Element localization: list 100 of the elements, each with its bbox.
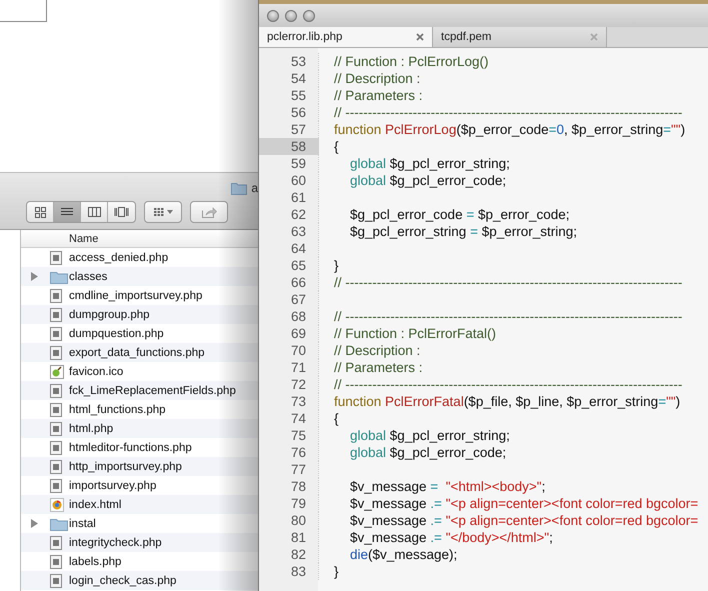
document-icon xyxy=(50,346,62,360)
close-window-button[interactable] xyxy=(267,10,279,22)
close-icon[interactable] xyxy=(416,33,424,41)
line-number: 65 xyxy=(259,257,319,274)
code-line: function PclErrorLog($p_error_code=0, $p_error_string="") xyxy=(333,122,686,137)
share-button[interactable] xyxy=(190,201,228,223)
code-line: $v_message .= "<p align=center><font color=red bgcolor= xyxy=(349,496,698,511)
disclosure-triangle-icon[interactable] xyxy=(31,519,38,528)
code-line: // Function : PclErrorLog() xyxy=(333,54,489,69)
code-line: // Description : xyxy=(333,71,420,86)
folder-icon xyxy=(50,516,68,530)
code-line: } xyxy=(333,564,339,579)
folder-icon xyxy=(50,270,68,284)
document-icon xyxy=(50,250,62,264)
file-name[interactable]: classes xyxy=(69,270,108,282)
line-number: 54 xyxy=(259,70,319,87)
line-number: 76 xyxy=(259,444,319,461)
document-icon xyxy=(50,554,62,568)
zoom-button[interactable] xyxy=(303,10,315,22)
file-name[interactable]: html_functions.php xyxy=(69,404,166,416)
line-number: 75 xyxy=(259,427,319,444)
minimize-button[interactable] xyxy=(285,10,297,22)
line-number: 62 xyxy=(259,206,319,223)
code-line: $v_message = "<html><body>"; xyxy=(349,479,546,494)
view-mode-button[interactable] xyxy=(54,202,81,222)
editor-tab[interactable]: pclerror.lib.php xyxy=(259,27,433,47)
line-number: 64 xyxy=(259,240,319,257)
code-line: // Function : PclErrorFatal() xyxy=(333,326,496,341)
line-number: 78 xyxy=(259,478,319,495)
code-line: } xyxy=(333,258,339,273)
document-icon xyxy=(50,574,62,588)
line-number: 70 xyxy=(259,342,319,359)
code-line: // --------------------------------------------------------------------------- xyxy=(333,377,682,392)
code-line: function PclErrorFatal($p_file, $p_line, $p_error_string="") xyxy=(333,394,680,409)
share-icon xyxy=(202,206,216,218)
line-number: 71 xyxy=(259,359,319,376)
document-icon xyxy=(50,308,62,322)
document-icon xyxy=(50,478,62,492)
file-name[interactable]: favicon.ico xyxy=(69,366,124,378)
browser-file-icon xyxy=(50,498,64,512)
code-line: // Parameters : xyxy=(333,88,423,103)
line-number: 77 xyxy=(259,461,319,478)
code-line: $v_message .= "<p align=center><font color=red bgcolor= xyxy=(349,513,698,528)
line-number: 68 xyxy=(259,308,319,325)
line-number: 53 xyxy=(259,53,319,70)
line-number: 73 xyxy=(259,393,319,410)
line-number: 59 xyxy=(259,155,319,172)
file-name[interactable]: dumpquestion.php xyxy=(69,328,164,340)
code-line: // --------------------------------------------------------------------------- xyxy=(333,105,682,120)
code-line: { xyxy=(333,411,339,426)
window-fragment xyxy=(0,0,47,22)
arrange-button[interactable] xyxy=(144,201,182,223)
grid-icon xyxy=(154,208,164,216)
column-view-icon xyxy=(88,207,100,217)
cover-flow-icon xyxy=(114,207,129,217)
file-name[interactable]: htmleditor-functions.php xyxy=(69,442,192,454)
line-number: 60 xyxy=(259,172,319,189)
file-name[interactable]: cmdline_importsurvey.php xyxy=(69,290,202,302)
code-line: // --------------------------------------------------------------------------- xyxy=(333,275,682,290)
file-name[interactable]: labels.php xyxy=(69,556,122,568)
line-number: 69 xyxy=(259,325,319,342)
document-icon xyxy=(50,536,62,550)
document-icon xyxy=(50,384,62,398)
code-line: { xyxy=(333,139,339,154)
folder-icon xyxy=(231,182,248,194)
document-icon xyxy=(50,402,62,416)
file-name[interactable]: html.php xyxy=(69,422,114,434)
line-number: 83 xyxy=(259,563,319,580)
document-icon xyxy=(50,440,62,454)
file-name[interactable]: index.html xyxy=(69,498,122,510)
file-name[interactable]: instal xyxy=(69,518,96,530)
image-file-icon xyxy=(50,364,64,378)
code-line: $g_pcl_error_code = $p_error_code; xyxy=(349,207,570,222)
caret-icon xyxy=(166,210,172,214)
document-icon xyxy=(50,326,62,340)
code-line: die($v_message); xyxy=(349,547,458,562)
window-title: a xyxy=(251,181,258,195)
code-line: // --------------------------------------------------------------------------- xyxy=(333,309,682,324)
code-line: global $g_pcl_error_code; xyxy=(349,445,506,460)
line-number: 80 xyxy=(259,512,319,529)
line-number: 79 xyxy=(259,495,319,512)
code-line: // Parameters : xyxy=(333,360,423,375)
line-number: 58 xyxy=(259,138,319,155)
view-mode-control[interactable] xyxy=(26,201,136,223)
editor-tab[interactable]: tcpdf.pem xyxy=(433,27,607,47)
file-name[interactable]: importsurvey.php xyxy=(69,480,156,492)
line-number: 67 xyxy=(259,291,319,308)
code-line: $g_pcl_error_string = $p_error_string; xyxy=(349,224,578,239)
line-number: 66 xyxy=(259,274,319,291)
list-view-icon xyxy=(61,207,73,217)
line-number: 56 xyxy=(259,104,319,121)
file-name[interactable]: access_denied.php xyxy=(69,252,168,264)
document-icon xyxy=(50,288,62,302)
line-number: 81 xyxy=(259,529,319,546)
document-icon xyxy=(50,460,62,474)
disclosure-triangle-icon[interactable] xyxy=(31,272,38,281)
line-number: 82 xyxy=(259,546,319,563)
code-line: $v_message .= "</body></html>"; xyxy=(349,530,553,545)
code-line: global $g_pcl_error_code; xyxy=(349,173,506,188)
column-header[interactable]: Name xyxy=(69,232,98,244)
